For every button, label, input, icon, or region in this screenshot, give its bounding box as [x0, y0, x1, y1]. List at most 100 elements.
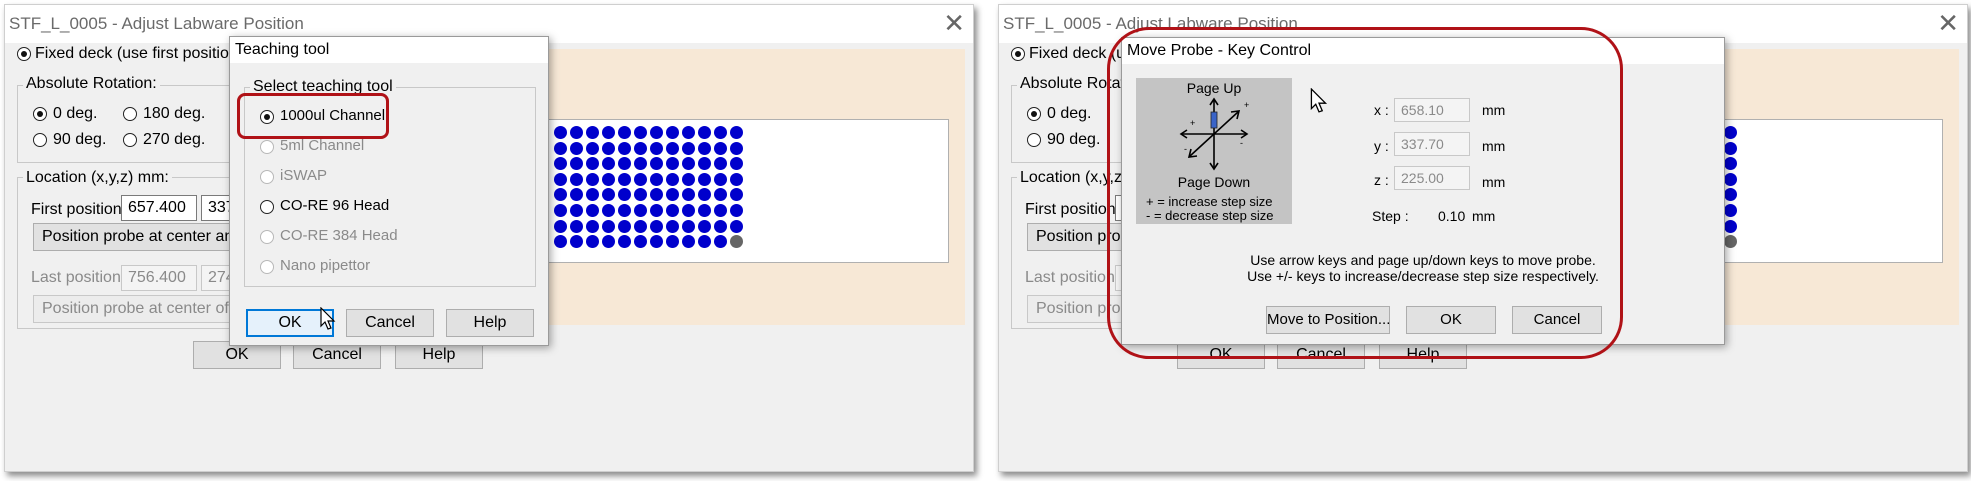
tool-option-radio[interactable]: [260, 140, 274, 154]
well: [618, 172, 631, 186]
rotation-270-radio[interactable]: [123, 133, 137, 147]
well: [666, 203, 679, 217]
last-position-label: Last position:: [31, 269, 126, 286]
well: [634, 141, 647, 155]
well: [570, 219, 583, 233]
well: [666, 141, 679, 155]
well: [1724, 235, 1737, 249]
first-position-x-input[interactable]: 657.400: [121, 195, 197, 221]
mouse-cursor-icon: [320, 307, 336, 330]
well: [730, 126, 743, 139]
tool-option-label: CO-RE 96 Head: [280, 197, 390, 214]
position-probe-center-bottom-button[interactable]: Position probe at center and bottom: [33, 223, 296, 251]
rotation-0-radio[interactable]: [33, 107, 47, 121]
well: [698, 235, 711, 249]
well: [586, 157, 599, 171]
well: [554, 141, 567, 155]
well: [1724, 188, 1737, 202]
well: [634, 188, 647, 202]
close-icon[interactable]: ✕: [1937, 9, 1959, 37]
fixed-deck-radio[interactable]: [17, 47, 31, 61]
fixed-deck-radio[interactable]: [1011, 47, 1025, 61]
well: [618, 157, 631, 171]
well: [666, 219, 679, 233]
tool-option-radio[interactable]: [260, 260, 274, 274]
well: [666, 157, 679, 171]
rotation-90-radio[interactable]: [1027, 133, 1041, 147]
well: [682, 141, 695, 155]
well: [586, 188, 599, 202]
close-icon[interactable]: ✕: [943, 9, 965, 37]
well: [554, 188, 567, 202]
well: [1724, 219, 1737, 233]
well: [602, 157, 615, 171]
well: [618, 188, 631, 202]
well-grid: [554, 126, 746, 251]
well: [634, 126, 647, 139]
well: [618, 203, 631, 217]
well: [682, 203, 695, 217]
well: [730, 219, 743, 233]
dialog-help-button[interactable]: Help: [446, 309, 534, 337]
well: [650, 188, 663, 202]
well: [554, 203, 567, 217]
well: [730, 188, 743, 202]
well: [570, 141, 583, 155]
well: [570, 235, 583, 249]
well: [634, 172, 647, 186]
rotation-90-label: 90 deg.: [53, 131, 107, 148]
dialog-title: Teaching tool: [230, 37, 548, 63]
last-position-x-input[interactable]: 756.400: [121, 265, 197, 291]
rotation-0-radio[interactable]: [1027, 107, 1041, 121]
tool-option-radio[interactable]: [260, 200, 274, 214]
well: [682, 219, 695, 233]
first-position-label: First position:: [31, 201, 127, 218]
well: [698, 126, 711, 139]
well: [602, 126, 615, 139]
position-probe-center-container-button[interactable]: Position probe at center of contai: [33, 295, 276, 323]
well: [698, 141, 711, 155]
well: [554, 235, 567, 249]
well: [698, 172, 711, 186]
well: [1724, 172, 1737, 186]
well: [586, 126, 599, 139]
rotation-180-radio[interactable]: [123, 107, 137, 121]
well: [570, 188, 583, 202]
well: [618, 141, 631, 155]
rotation-90-radio[interactable]: [33, 133, 47, 147]
well: [730, 141, 743, 155]
teaching-tool-dialog: Teaching tool Select teaching tool 1000u…: [229, 36, 549, 346]
rotation-group: [17, 85, 239, 163]
labware-plate[interactable]: [545, 119, 949, 263]
well: [618, 219, 631, 233]
well: [1724, 126, 1737, 139]
well: [698, 157, 711, 171]
well: [714, 141, 727, 155]
well: [554, 126, 567, 139]
dialog-cancel-button[interactable]: Cancel: [346, 309, 434, 337]
tool-option-radio[interactable]: [260, 170, 274, 184]
well: [682, 157, 695, 171]
well: [730, 172, 743, 186]
well: [650, 157, 663, 171]
well: [650, 141, 663, 155]
well: [650, 172, 663, 186]
well: [602, 172, 615, 186]
well: [730, 157, 743, 171]
well: [570, 126, 583, 139]
well: [586, 203, 599, 217]
well: [1724, 141, 1737, 155]
well: [730, 203, 743, 217]
tool-option-label: CO-RE 384 Head: [280, 227, 398, 244]
well: [714, 157, 727, 171]
well: [1724, 157, 1737, 171]
well: [618, 126, 631, 139]
rotation-270-label: 270 deg.: [143, 131, 206, 148]
well: [586, 219, 599, 233]
tool-option-radio[interactable]: [260, 230, 274, 244]
well: [586, 235, 599, 249]
well: [618, 235, 631, 249]
well: [682, 126, 695, 139]
well: [602, 141, 615, 155]
window-title: STF_L_0005 - Adjust Labware Position: [9, 14, 304, 33]
